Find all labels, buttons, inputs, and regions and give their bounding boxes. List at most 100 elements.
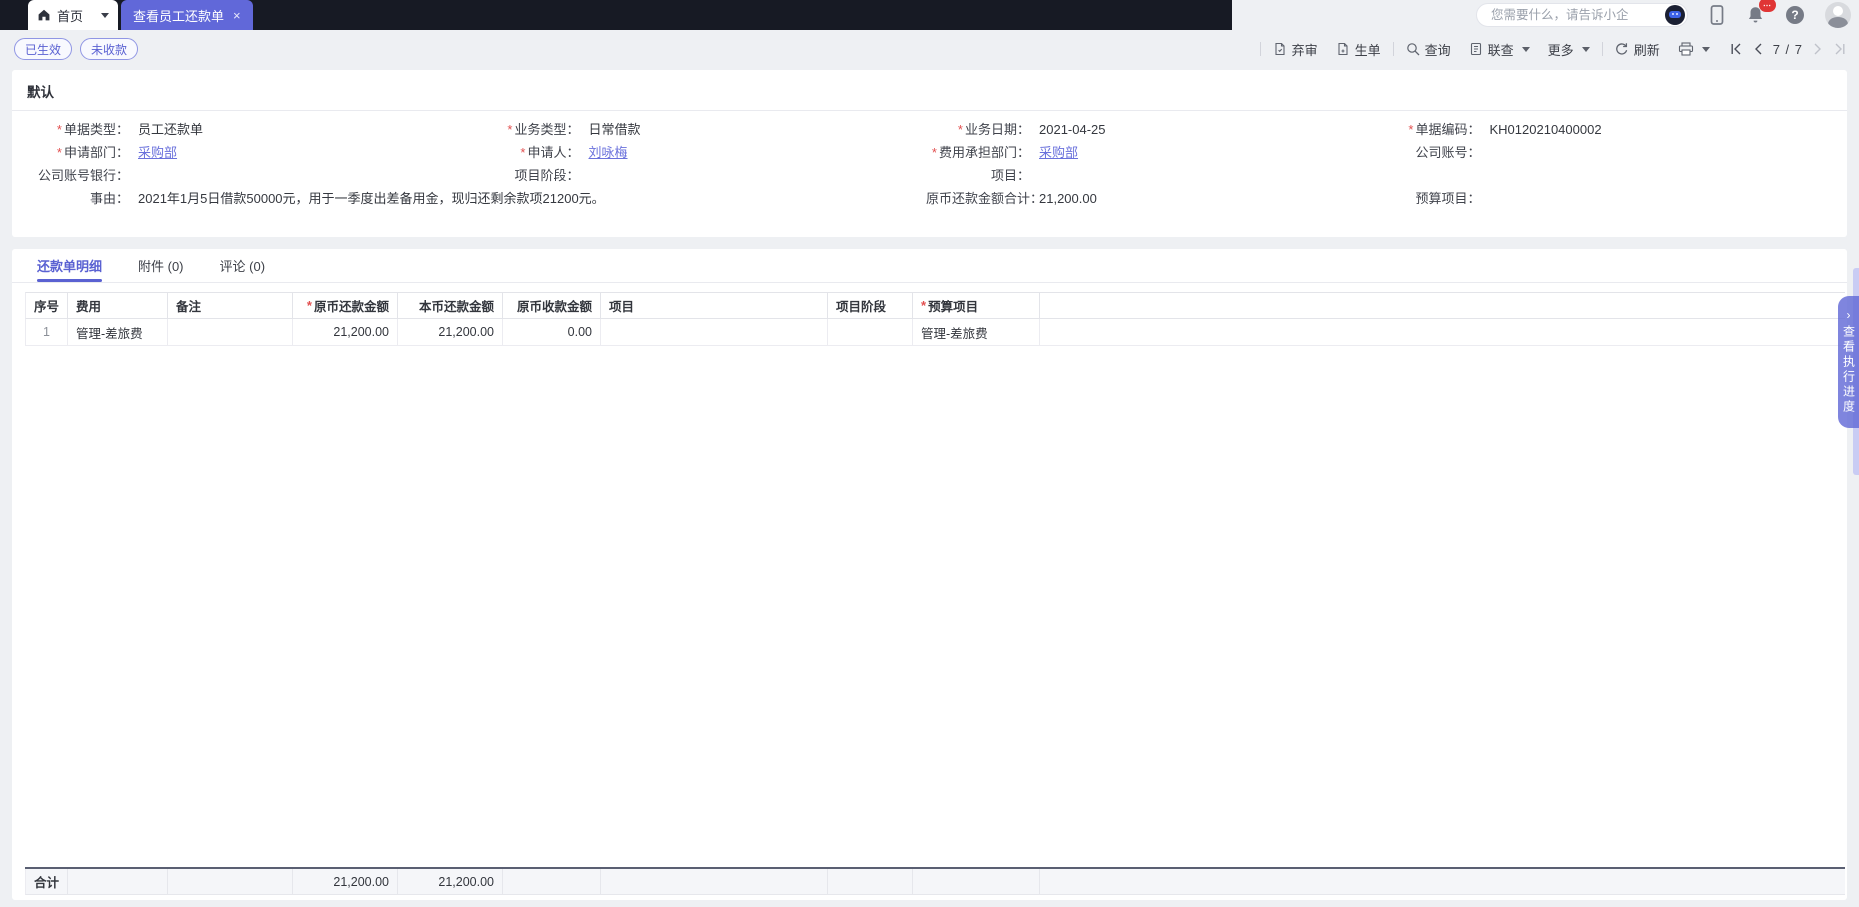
separator [1602, 42, 1603, 56]
status-badge-effective: 已生效 [14, 38, 72, 60]
cell-extra [1040, 319, 1845, 346]
col-project-stage[interactable]: 项目阶段 [828, 292, 913, 319]
tab-comments[interactable]: 评论 (0) [220, 249, 266, 282]
generate-doc-button[interactable]: 生单 [1327, 40, 1390, 59]
field-doc-code-value: KH0120210400002 [1490, 121, 1602, 139]
cell-project-stage[interactable] [828, 319, 913, 346]
field-project-stage: 项目阶段： [476, 167, 927, 185]
print-button[interactable] [1669, 42, 1719, 56]
field-doc-code: *单据编码： KH0120210400002 [1377, 121, 1828, 139]
table-row[interactable]: 1 管理-差旅费 21,200.00 21,200.00 0.00 管理-差旅费 [25, 319, 1845, 346]
col-seq[interactable]: 序号 [25, 292, 68, 319]
generate-doc-icon [1336, 42, 1350, 56]
required-marker: * [1408, 122, 1413, 137]
separator [1393, 42, 1394, 56]
detail-table: 序号 费用 备注 *原币还款金额 本币还款金额 原币收款金额 项目 项目阶段 *… [25, 292, 1845, 895]
next-page-button[interactable] [1812, 42, 1824, 56]
required-marker: * [507, 122, 512, 137]
search-input[interactable] [1489, 7, 1665, 23]
abandon-audit-button[interactable]: 弃审 [1264, 40, 1327, 59]
col-project[interactable]: 项目 [601, 292, 828, 319]
col-remark[interactable]: 备注 [168, 292, 293, 319]
status-badge-unreceived: 未收款 [80, 38, 138, 60]
top-bar: 首页 查看员工还款单 × ⋯ ? [0, 0, 1859, 30]
field-doc-type: *单据类型： 员工还款单 [25, 121, 476, 139]
col-orig-receipt[interactable]: 原币收款金额 [503, 292, 601, 319]
linked-query-button[interactable]: 联查 [1460, 40, 1539, 59]
chevron-down-icon [1522, 47, 1530, 52]
applicant-link[interactable]: 刘咏梅 [589, 145, 628, 160]
query-button[interactable]: 查询 [1397, 40, 1460, 59]
required-marker: * [932, 145, 937, 160]
field-orig-total-value: 21,200.00 [1039, 190, 1097, 208]
printer-icon [1678, 42, 1694, 56]
robot-assistant-icon[interactable] [1665, 5, 1685, 25]
cell-expense[interactable]: 管理-差旅费 [68, 319, 168, 346]
tab-home[interactable]: 首页 [28, 0, 118, 30]
cell-orig-receipt[interactable]: 0.00 [503, 319, 601, 346]
field-reason: 事由： 2021年1月5日借款50000元，用于一季度出差备用金，现归还剩余款项… [25, 190, 926, 208]
field-project: 项目： [926, 167, 1377, 185]
more-button[interactable]: 更多 [1539, 40, 1599, 59]
tab-active-label: 查看员工还款单 [133, 6, 224, 25]
query-label: 查询 [1425, 40, 1451, 59]
required-marker: * [520, 145, 525, 160]
linked-query-icon [1469, 42, 1483, 56]
notification-badge: ⋯ [1759, 0, 1776, 12]
close-icon[interactable]: × [233, 9, 241, 22]
cell-orig-repay[interactable]: 21,200.00 [293, 319, 398, 346]
grid-spacer [1377, 167, 1828, 185]
linked-query-label: 联查 [1488, 40, 1514, 59]
total-label: 合计 [25, 869, 68, 895]
col-orig-repay[interactable]: *原币还款金额 [293, 292, 398, 319]
assistant-search[interactable] [1476, 3, 1688, 27]
total-cell [503, 869, 601, 895]
cell-remark[interactable] [168, 319, 293, 346]
total-cell [601, 869, 828, 895]
total-cell [913, 869, 1040, 895]
total-orig-repay: 21,200.00 [293, 869, 398, 895]
home-icon [37, 8, 51, 22]
avatar[interactable] [1825, 2, 1851, 28]
form-fields: *单据类型： 员工还款单 *业务类型： 日常借款 *业务日期： 2021-04-… [12, 111, 1847, 218]
help-icon[interactable]: ? [1786, 6, 1804, 24]
mobile-icon[interactable] [1709, 5, 1725, 25]
first-page-button[interactable] [1729, 42, 1743, 56]
table-empty-area [25, 346, 1845, 867]
prev-page-button[interactable] [1752, 42, 1764, 56]
bell-icon[interactable]: ⋯ [1746, 5, 1765, 25]
search-icon [1406, 42, 1420, 56]
total-cell [828, 869, 913, 895]
detail-tabs: 还款单明细 附件 (0) 评论 (0) [12, 249, 1847, 283]
required-marker: * [57, 122, 62, 137]
required-marker: * [958, 122, 963, 137]
field-applicant: *申请人： 刘咏梅 [476, 144, 927, 162]
tab-strip: 首页 查看员工还款单 × [0, 0, 1232, 30]
cell-seq: 1 [25, 319, 68, 346]
total-cell [168, 869, 293, 895]
cell-local-repay[interactable]: 21,200.00 [398, 319, 503, 346]
tab-repayment-detail[interactable]: 还款单明细 [37, 249, 102, 282]
field-orig-total: 原币还款金额合计： 21,200.00 [926, 190, 1377, 208]
col-budget-item[interactable]: *预算项目 [913, 292, 1040, 319]
field-biz-type: *业务类型： 日常借款 [476, 121, 927, 139]
tab-attachments[interactable]: 附件 (0) [138, 249, 184, 282]
tab-view-repayment[interactable]: 查看员工还款单 × [121, 0, 253, 30]
tab-home-label: 首页 [57, 6, 95, 25]
execution-progress-drawer-button[interactable]: › 查看执行进度 [1838, 296, 1859, 428]
generate-doc-label: 生单 [1355, 40, 1381, 59]
col-local-repay[interactable]: 本币还款金额 [398, 292, 503, 319]
pagination: 7 / 7 [1729, 42, 1847, 57]
total-cell [68, 869, 168, 895]
cell-budget-item[interactable]: 管理-差旅费 [913, 319, 1040, 346]
expense-dept-link[interactable]: 采购部 [1039, 145, 1078, 160]
chevron-down-icon[interactable] [101, 13, 109, 18]
total-local-repay: 21,200.00 [398, 869, 503, 895]
cell-project[interactable] [601, 319, 828, 346]
last-page-button[interactable] [1833, 42, 1847, 56]
detail-card: 还款单明细 附件 (0) 评论 (0) 序号 费用 备注 *原币还款金额 本币还… [12, 249, 1847, 900]
col-expense[interactable]: 费用 [68, 292, 168, 319]
apply-dept-link[interactable]: 采购部 [138, 145, 177, 160]
refresh-button[interactable]: 刷新 [1606, 40, 1669, 59]
chevron-down-icon [1702, 47, 1710, 52]
